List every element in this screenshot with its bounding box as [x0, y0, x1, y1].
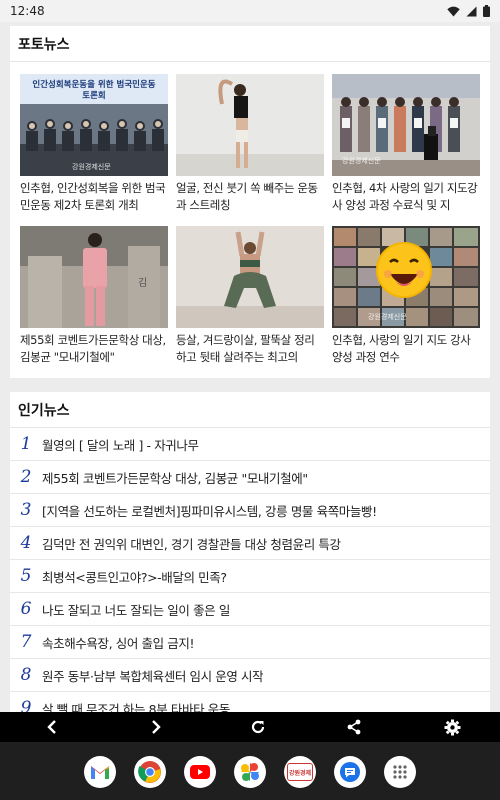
- news-title-link[interactable]: [지역을 선도하는 로컬벤처]핑파미유시스템, 강릉 명물 육쪽마늘빵!: [42, 501, 377, 520]
- status-time: 12:48: [10, 4, 45, 18]
- chrome-icon[interactable]: [134, 756, 166, 788]
- refresh-icon[interactable]: [248, 717, 268, 737]
- rank-number: 1: [20, 434, 32, 454]
- app-drawer-icon[interactable]: [384, 756, 416, 788]
- settings-gear-icon[interactable]: [442, 717, 462, 737]
- list-item[interactable]: 1 월영의 [ 달의 노래 ] - 자귀나무: [10, 428, 490, 461]
- svg-text:김: 김: [138, 277, 147, 289]
- photo-thumbnail[interactable]: 강원경제신문: [332, 226, 480, 328]
- photo-caption[interactable]: 인추협, 4차 사랑의 일기 지도강사 양성 과정 수료식 및 지: [332, 180, 480, 214]
- browser-toolbar: [0, 712, 500, 742]
- rank-number: 4: [20, 533, 32, 553]
- news-title-link[interactable]: 속초해수욕장, 싱어 출입 금지!: [42, 633, 194, 652]
- gmail-icon[interactable]: [84, 756, 116, 788]
- photo-thumbnail[interactable]: 김: [20, 226, 168, 328]
- photos-icon[interactable]: [234, 756, 266, 788]
- status-icons: [447, 5, 490, 17]
- list-item[interactable]: 7 속초해수욕장, 싱어 출입 금지!: [10, 626, 490, 659]
- rank-number: 3: [20, 500, 32, 520]
- photo-caption[interactable]: 얼굴, 전신 붓기 쏙 빼주는 운동과 스트레칭: [176, 180, 324, 214]
- photo-thumbnail[interactable]: [176, 226, 324, 328]
- news-title-link[interactable]: 제55회 코벤트가든문학상 대상, 김봉균 "모내기철에": [42, 468, 308, 487]
- popular-news-section: 인기뉴스 1 월영의 [ 달의 노래 ] - 자귀나무 2 제55회 코벤트가든문학…: [10, 392, 490, 725]
- rank-number: 7: [20, 632, 32, 652]
- photo-news-item[interactable]: 얼굴, 전신 붓기 쏙 빼주는 운동과 스트레칭: [176, 74, 324, 214]
- share-icon[interactable]: [344, 717, 364, 737]
- app-dock: 강원경제: [0, 742, 500, 800]
- photo-banner-text: 인간성회복운동을 위한 범국민운동 토론회: [32, 80, 156, 101]
- photo-news-title: 포토뉴스: [10, 26, 490, 62]
- rank-number: 8: [20, 665, 32, 685]
- photo-news-section: 포토뉴스 인간성회복운동을 위한 범국민운동 토론회 강원경제신문 인추협, 인…: [10, 26, 490, 378]
- forward-icon[interactable]: [146, 717, 166, 737]
- photo-news-item[interactable]: 강원경제신문 인추협, 4차 사랑의 일기 지도강사 양성 과정 수료식 및 지: [332, 74, 480, 214]
- news-app-icon[interactable]: 강원경제: [284, 756, 316, 788]
- news-title-link[interactable]: 나도 잘되고 너도 잘되는 일이 좋은 일: [42, 600, 230, 619]
- wifi-icon: [447, 6, 460, 16]
- rank-number: 6: [20, 599, 32, 619]
- list-item[interactable]: 2 제55회 코벤트가든문학상 대상, 김봉균 "모내기철에": [10, 461, 490, 494]
- photo-news-item[interactable]: 강원경제신문 인추협, 사랑의 일기 지도 강사 양성 과정 연수: [332, 226, 480, 366]
- news-title-link[interactable]: 최병석<콩트인고야?>-배달의 민족?: [42, 567, 227, 586]
- photo-caption[interactable]: 인추협, 인간성회복을 위한 범국민운동 제2차 토론회 개최: [20, 180, 168, 214]
- back-icon[interactable]: [42, 717, 62, 737]
- list-item[interactable]: 8 원주 동부·남부 복합체육센터 임시 운영 시작: [10, 659, 490, 692]
- watermark-text: 강원경제신문: [368, 313, 407, 321]
- photo-caption[interactable]: 등살, 겨드랑이살, 팔뚝살 정리하고 뒷태 살려주는 최고의: [176, 332, 324, 366]
- news-title-link[interactable]: 월영의 [ 달의 노래 ] - 자귀나무: [42, 435, 199, 454]
- photo-news-item[interactable]: 등살, 겨드랑이살, 팔뚝살 정리하고 뒷태 살려주는 최고의: [176, 226, 324, 366]
- photo-caption[interactable]: 인추협, 사랑의 일기 지도 강사 양성 과정 연수: [332, 332, 480, 366]
- list-item[interactable]: 3 [지역을 선도하는 로컬벤처]핑파미유시스템, 강릉 명물 육쪽마늘빵!: [10, 494, 490, 527]
- photo-caption[interactable]: 제55회 코벤트가든문학상 대상, 김봉균 "모내기철에": [20, 332, 168, 366]
- signal-icon: [466, 6, 477, 16]
- list-item[interactable]: 5 최병석<콩트인고야?>-배달의 민족?: [10, 560, 490, 593]
- photo-thumbnail[interactable]: 강원경제신문: [332, 74, 480, 176]
- rank-number: 5: [20, 566, 32, 586]
- watermark-text: 강원경제신문: [342, 157, 381, 165]
- photo-news-item[interactable]: 인간성회복운동을 위한 범국민운동 토론회 강원경제신문 인추협, 인간성회복을…: [20, 74, 168, 214]
- list-item[interactable]: 6 나도 잘되고 너도 잘되는 일이 좋은 일: [10, 593, 490, 626]
- news-title-link[interactable]: 김덕만 전 권익위 대변인, 경기 경찰관들 대상 청렴윤리 특강: [42, 534, 341, 553]
- battery-icon: [483, 5, 490, 17]
- messages-icon[interactable]: [334, 756, 366, 788]
- popular-news-list: 1 월영의 [ 달의 노래 ] - 자귀나무 2 제55회 코벤트가든문학상 대상,…: [10, 428, 490, 725]
- list-item[interactable]: 4 김덕만 전 권익위 대변인, 경기 경찰관들 대상 청렴윤리 특강: [10, 527, 490, 560]
- youtube-icon[interactable]: [184, 756, 216, 788]
- news-app-label: 강원경제: [288, 769, 312, 777]
- photo-news-item[interactable]: 김 제55회 코벤트가든문학상 대상, 김봉균 "모내기철에": [20, 226, 168, 366]
- photo-thumbnail[interactable]: 인간성회복운동을 위한 범국민운동 토론회 강원경제신문: [20, 74, 168, 176]
- popular-news-title: 인기뉴스: [10, 392, 490, 428]
- rank-number: 2: [20, 467, 32, 487]
- photo-thumbnail[interactable]: [176, 74, 324, 176]
- news-title-link[interactable]: 원주 동부·남부 복합체육센터 임시 운영 시작: [42, 666, 263, 685]
- status-bar: 12:48: [0, 0, 500, 22]
- watermark-text: 강원경제신문: [72, 163, 111, 171]
